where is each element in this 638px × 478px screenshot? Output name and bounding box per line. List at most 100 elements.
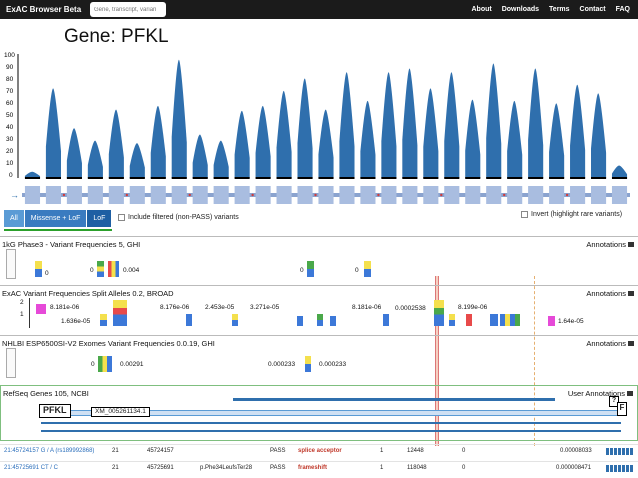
nav-downloads[interactable]: Downloads (502, 6, 539, 13)
variant-glyph[interactable] (317, 314, 323, 326)
coverage-baseline (423, 177, 439, 179)
variant-glyph[interactable] (383, 314, 389, 326)
exon-block[interactable] (528, 186, 544, 204)
variant-link[interactable]: 21:45724157 G / A (rs189992868) (4, 448, 94, 454)
variant-glyph[interactable] (434, 300, 444, 326)
variant-glyph[interactable] (305, 356, 311, 372)
exon-block[interactable] (66, 186, 82, 204)
invert-checkbox[interactable]: Invert (highlight rare variants) (521, 211, 622, 218)
coverage-baseline (402, 177, 418, 179)
exon-block[interactable] (318, 186, 334, 204)
exon-block[interactable] (549, 186, 565, 204)
variant-glyph[interactable] (35, 261, 42, 277)
track-exac-annotations[interactable]: Annotations (586, 289, 634, 298)
arrow-icon: → (10, 190, 19, 200)
exon-block[interactable] (465, 186, 481, 204)
exon-block[interactable] (591, 186, 607, 204)
exon-block[interactable] (402, 186, 418, 204)
exon-block[interactable] (360, 186, 376, 204)
exon-block[interactable] (507, 186, 523, 204)
exon-block[interactable] (423, 186, 439, 204)
annotations-label: Annotations (586, 339, 626, 348)
variant-marker (125, 193, 129, 197)
exon-block[interactable] (24, 186, 41, 204)
exon-block[interactable] (276, 186, 292, 204)
variant-glyph[interactable] (100, 314, 107, 326)
exon-block[interactable] (611, 186, 628, 204)
exon-block[interactable] (444, 186, 460, 204)
filter-lof-button[interactable]: LoF (87, 210, 112, 227)
coverage-baseline (66, 177, 82, 179)
filter-all-button[interactable]: All (4, 210, 25, 227)
nav-contact[interactable]: Contact (580, 6, 606, 13)
transcript-label[interactable]: XM_005261134.1 (91, 407, 150, 417)
exon-block[interactable] (297, 186, 313, 204)
coverage-baseline (276, 177, 292, 179)
checkbox-box[interactable] (118, 214, 125, 221)
folder-icon (628, 341, 634, 346)
table-row[interactable]: 21:45724157 G / A (rs189992868) 21 45724… (0, 444, 638, 457)
exon-block[interactable] (234, 186, 250, 204)
track-nhlbi-annotations[interactable]: Annotations (586, 339, 634, 348)
checkbox-box[interactable] (521, 211, 528, 218)
coverage-peak (213, 140, 229, 178)
include-filtered-checkbox[interactable]: Include filtered (non-PASS) variants (118, 214, 239, 221)
search-input[interactable] (90, 2, 166, 17)
filter-missense-lof-button[interactable]: Missense + LoF (24, 210, 88, 227)
variant-glyph[interactable] (113, 300, 127, 326)
coverage-peak (66, 128, 82, 178)
variant-glyph[interactable] (500, 314, 520, 326)
coverage-baseline (444, 177, 460, 179)
variant-glyph[interactable] (490, 314, 498, 326)
filter-cell: PASS (270, 465, 286, 471)
variant-glyph[interactable] (98, 356, 112, 372)
exon-block[interactable] (213, 186, 229, 204)
variant-glyph[interactable] (330, 316, 336, 326)
exon-block[interactable] (486, 186, 502, 204)
coverage-peak (528, 68, 544, 178)
variant-glyph[interactable] (186, 314, 192, 326)
brand-logo[interactable]: ExAC Browser Beta (6, 5, 86, 14)
coverage-baseline (339, 177, 355, 179)
feature-button[interactable]: F (617, 402, 627, 416)
nav-faq[interactable]: FAQ (616, 6, 630, 13)
exon-block[interactable] (108, 186, 124, 204)
variant-glyph[interactable] (449, 314, 455, 326)
exon-block[interactable] (192, 186, 208, 204)
track-refseq-annotations[interactable]: User Annotations (568, 389, 633, 398)
gene-label[interactable]: PFKL (39, 404, 71, 418)
exon-block[interactable] (381, 186, 397, 204)
table-row[interactable]: 21:45725691 CT / C 21 45725691 p.Phe34Le… (0, 461, 638, 474)
track-handle[interactable] (6, 348, 16, 378)
exon-block[interactable] (570, 186, 586, 204)
nav-terms[interactable]: Terms (549, 6, 570, 13)
variant-glyph[interactable] (466, 314, 472, 326)
variant-glyph[interactable] (36, 304, 46, 314)
exon-block[interactable] (129, 186, 145, 204)
variant-link[interactable]: 21:45725691 CT / C (4, 465, 58, 471)
variant-glyph[interactable] (548, 316, 555, 326)
exon-block[interactable] (171, 186, 187, 204)
freq-label: 0 (90, 267, 94, 274)
y-tick-50: 50 (6, 112, 14, 119)
coverage-peak (570, 84, 586, 178)
coverage-baseline (171, 177, 187, 179)
variant-glyph[interactable] (307, 261, 314, 277)
variant-glyph[interactable] (108, 261, 119, 277)
exon-block[interactable] (339, 186, 355, 204)
variant-glyph[interactable] (297, 316, 303, 326)
coverage-peak (507, 100, 523, 178)
track-1kg-annotations[interactable]: Annotations (586, 240, 634, 249)
consequence-cell: p.Phe34LeufsTer28 (200, 465, 253, 471)
exon-block[interactable] (255, 186, 271, 204)
exon-block[interactable] (45, 186, 61, 204)
coverage-baseline (611, 177, 628, 179)
variant-glyph[interactable] (364, 261, 371, 277)
variant-glyph[interactable] (232, 314, 238, 326)
invert-label: Invert (highlight rare variants) (531, 211, 623, 218)
exon-block[interactable] (87, 186, 103, 204)
variant-glyph[interactable] (97, 261, 104, 277)
track-handle[interactable] (6, 249, 16, 279)
nav-about[interactable]: About (471, 6, 491, 13)
exon-block[interactable] (150, 186, 166, 204)
